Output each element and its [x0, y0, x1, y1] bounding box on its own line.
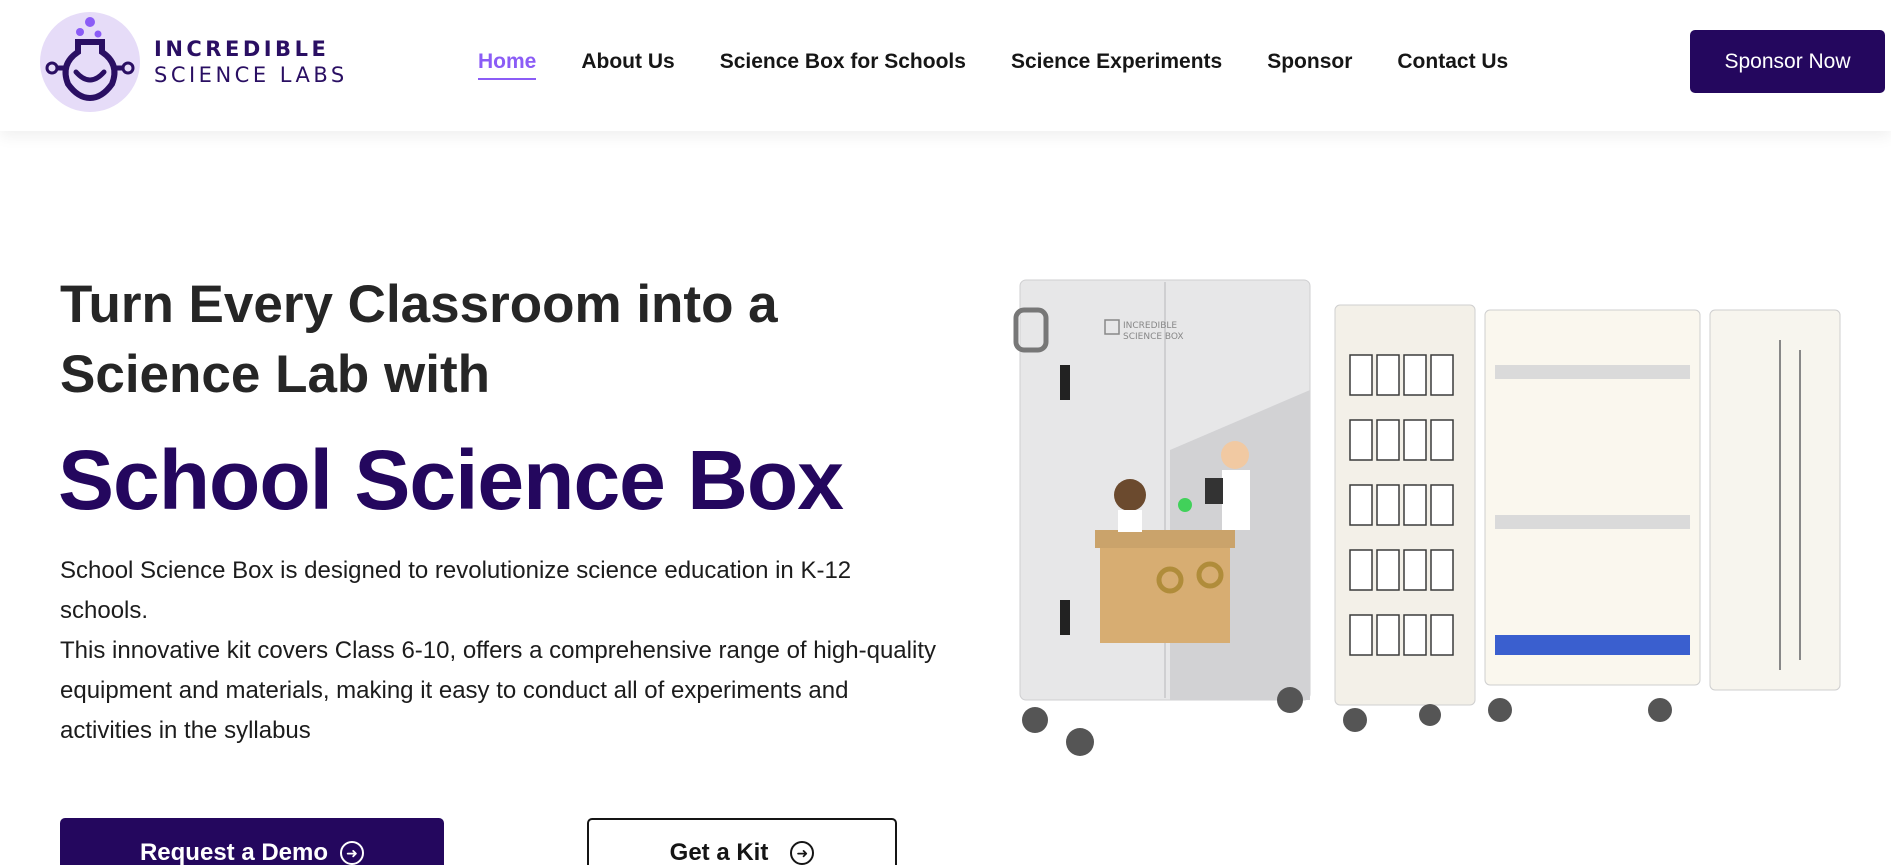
- hero-title-line1: Turn Every Classroom into a: [60, 275, 778, 334]
- box-label-line1: INCREDIBLE: [1123, 321, 1177, 331]
- science-box-cabinet-image: INCREDIBLE SCIENCE BOX: [1013, 279, 1841, 756]
- nav-home[interactable]: Home: [478, 50, 537, 80]
- get-a-kit-button[interactable]: Get a Kit ➜: [587, 818, 897, 865]
- nav-science-box-for-schools[interactable]: Science Box for Schools: [720, 50, 966, 80]
- nav-about-us[interactable]: About Us: [581, 50, 674, 80]
- box-label-line2: SCIENCE BOX: [1123, 332, 1184, 342]
- get-a-kit-label: Get a Kit: [669, 839, 769, 865]
- site-header: INCREDIBLE SCIENCE LABS Home About Us Sc…: [0, 0, 1891, 131]
- brand-logo[interactable]: INCREDIBLE SCIENCE LABS: [40, 12, 348, 112]
- brand-name-line2: SCIENCE LABS: [154, 63, 348, 87]
- hero-description: School Science Box is designed to revolu…: [60, 551, 940, 751]
- hero-title-line2: Science Lab with: [60, 345, 491, 404]
- circle-arrow-right-icon: ➜: [340, 841, 365, 865]
- hero-title: Turn Every Classroom into a Science Lab …: [60, 270, 940, 410]
- request-demo-button[interactable]: Request a Demo ➜: [60, 818, 444, 865]
- nav-contact-us[interactable]: Contact Us: [1397, 50, 1508, 80]
- flask-logo-icon: [40, 12, 140, 112]
- sponsor-now-button[interactable]: Sponsor Now: [1690, 30, 1885, 93]
- brand-name-line1: INCREDIBLE: [154, 36, 330, 61]
- hero-subtitle: School Science Box: [58, 433, 844, 527]
- nav-science-experiments[interactable]: Science Experiments: [1011, 50, 1222, 80]
- hero-desc-paragraph-2: This innovative kit covers Class 6-10, o…: [60, 637, 936, 744]
- nav-sponsor[interactable]: Sponsor: [1267, 50, 1352, 80]
- hero-desc-paragraph-1: School Science Box is designed to revolu…: [60, 557, 852, 624]
- main-nav: Home About Us Science Box for Schools Sc…: [478, 50, 1553, 80]
- circle-arrow-right-icon: ➜: [790, 841, 815, 865]
- request-demo-label: Request a Demo: [139, 839, 329, 865]
